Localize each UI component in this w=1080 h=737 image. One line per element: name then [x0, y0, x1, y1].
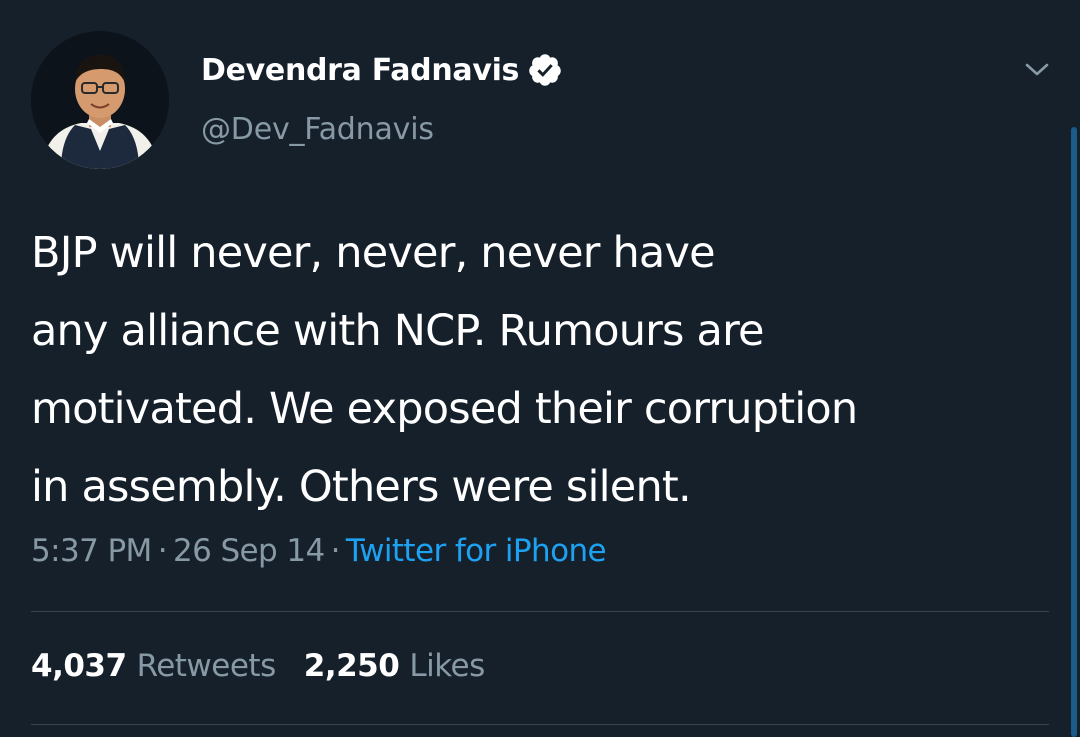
tweet-source-link[interactable]: Twitter for iPhone: [346, 533, 607, 569]
author-display-name[interactable]: Devendra Fadnavis: [201, 53, 519, 88]
author-name-row[interactable]: Devendra Fadnavis: [201, 48, 563, 92]
divider: [31, 611, 1049, 612]
meta-separator: ·: [157, 533, 168, 569]
tweet-meta: 5:37 PM · 26 Sep 14 · Twitter for iPhone: [31, 533, 607, 569]
scrollbar[interactable]: [1071, 127, 1077, 737]
retweets-count: 4,037: [31, 648, 127, 684]
likes-count: 2,250: [303, 648, 400, 684]
divider: [31, 724, 1049, 725]
tweet-text-line: in assembly. Others were silent.: [31, 462, 692, 512]
author-avatar[interactable]: [31, 31, 169, 169]
author-handle[interactable]: @Dev_Fadnavis: [201, 112, 434, 147]
retweets-label: Retweets: [136, 648, 277, 684]
tweet-date[interactable]: 26 Sep 14: [173, 533, 325, 569]
tweet-stats: 4,037 Retweets 2,250 Likes: [31, 648, 485, 684]
avatar-photo: [31, 31, 169, 169]
likes-stat[interactable]: 2,250 Likes: [303, 648, 486, 684]
verified-badge-icon: [527, 52, 563, 88]
tweet-text-line: any alliance with NCP. Rumours are: [31, 306, 764, 356]
tweet-time[interactable]: 5:37 PM: [31, 533, 152, 569]
tweet-text-line: motivated. We exposed their corruption: [31, 384, 858, 434]
tweet-card: Devendra Fadnavis @Dev_Fadnavis BJP will…: [0, 0, 1080, 737]
tweet-text-line: BJP will never, never, never have: [31, 228, 716, 278]
likes-label: Likes: [409, 648, 485, 684]
tweet-text: BJP will never, never, never have any al…: [31, 214, 1051, 526]
chevron-down-icon[interactable]: [1021, 54, 1053, 86]
retweets-stat[interactable]: 4,037 Retweets: [31, 648, 276, 684]
meta-separator: ·: [330, 533, 341, 569]
